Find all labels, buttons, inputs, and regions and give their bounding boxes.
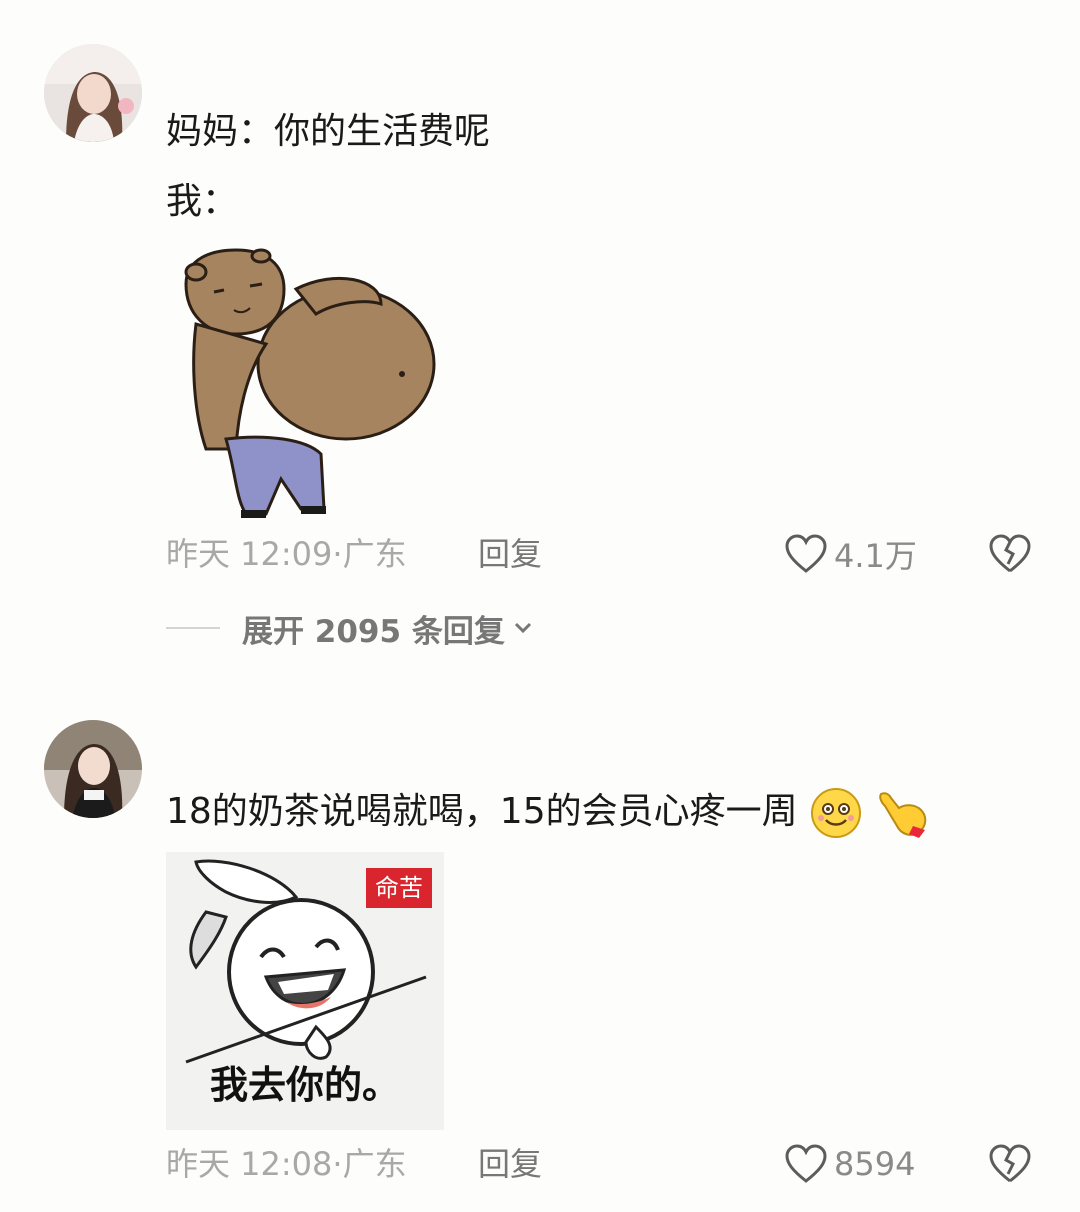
stamp-badge: 命苦 — [366, 868, 432, 908]
pointing-hand-emoji-icon — [878, 792, 926, 838]
heart-outline-icon — [785, 1144, 827, 1183]
chevron-down-icon — [514, 622, 531, 634]
sticker-caption: 我去你的。 — [210, 1063, 400, 1107]
broken-heart-icon — [989, 1144, 1031, 1183]
stamp-text: 命苦 — [375, 874, 423, 902]
broken-heart-icon — [989, 534, 1031, 573]
comment-text: 18的奶茶说喝就喝，15的会员心疼一周 — [166, 786, 933, 840]
divider — [166, 627, 220, 629]
heart-outline-icon — [785, 534, 827, 573]
expand-replies-button[interactable]: 展开 2095 条回复 — [166, 606, 533, 650]
sticker-image[interactable]: 命苦 我去你的。 — [166, 852, 444, 1130]
smile-emoji-icon — [811, 788, 862, 838]
like-count: 4.1万 — [834, 537, 917, 575]
like-count: 8594 — [834, 1145, 916, 1183]
dislike-button[interactable] — [988, 1144, 1032, 1188]
dislike-button[interactable] — [988, 534, 1032, 578]
like-button[interactable]: 4.1万 — [784, 532, 917, 576]
comment-text-content: 18的奶茶说喝就喝，15的会员心疼一周 — [166, 791, 798, 832]
avatar[interactable] — [44, 720, 142, 818]
reply-button[interactable]: 回复 — [478, 534, 542, 574]
reply-button[interactable]: 回复 — [478, 1144, 542, 1184]
avatar[interactable] — [44, 44, 142, 142]
like-button[interactable]: 8594 — [784, 1142, 915, 1186]
comment-text: 妈妈：你的生活费呢 — [166, 111, 491, 152]
comment-timestamp: 昨天 12:09·广东 — [166, 535, 407, 573]
expand-replies-label: 展开 2095 条回复 — [242, 613, 505, 650]
comment-timestamp: 昨天 12:08·广东 — [166, 1145, 407, 1183]
comment-text: 我： — [166, 181, 239, 222]
sticker-image[interactable] — [166, 244, 436, 524]
